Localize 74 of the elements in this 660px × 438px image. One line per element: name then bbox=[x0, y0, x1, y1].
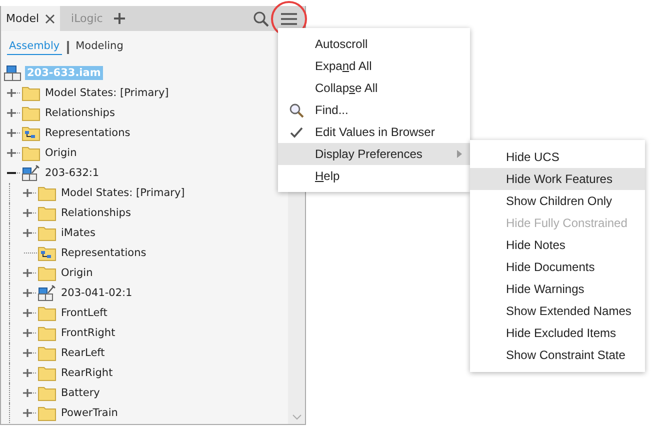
folder-icon bbox=[38, 365, 56, 381]
expand-icon[interactable] bbox=[23, 388, 37, 398]
menu-item[interactable]: Autoscroll bbox=[278, 33, 470, 55]
menu-item[interactable]: Help bbox=[278, 165, 470, 187]
representations-folder-icon bbox=[38, 245, 56, 261]
tree-item[interactable]: PowerTrain bbox=[59, 406, 120, 420]
submenu-item[interactable]: Hide Notes bbox=[470, 234, 645, 256]
folder-icon bbox=[38, 405, 56, 421]
close-icon[interactable] bbox=[45, 14, 56, 24]
submenu-item[interactable]: Hide UCS bbox=[470, 146, 645, 168]
tree-item[interactable]: Model States: [Primary] bbox=[59, 186, 187, 200]
expand-icon[interactable] bbox=[23, 308, 37, 318]
folder-icon bbox=[38, 265, 56, 281]
folder-icon bbox=[22, 85, 40, 101]
add-tab-icon[interactable] bbox=[114, 13, 125, 24]
tree-item[interactable]: iMates bbox=[59, 226, 98, 240]
folder-icon bbox=[38, 205, 56, 221]
browser-tab[interactable]: Model bbox=[1, 6, 60, 31]
expand-icon[interactable] bbox=[23, 228, 37, 238]
view-tab[interactable]: Modeling bbox=[74, 40, 126, 55]
expand-icon[interactable] bbox=[23, 348, 37, 358]
menu-icon[interactable] bbox=[281, 12, 297, 26]
menu-item[interactable]: Display Preferences bbox=[278, 143, 470, 165]
expand-icon[interactable] bbox=[23, 268, 37, 278]
folder-icon bbox=[22, 105, 40, 121]
expand-icon[interactable] bbox=[7, 148, 21, 158]
submenu-item[interactable]: Show Children Only bbox=[470, 190, 645, 212]
tree-item[interactable]: Origin bbox=[43, 146, 79, 160]
submenu-item[interactable]: Show Constraint State bbox=[470, 344, 645, 366]
folder-icon bbox=[22, 145, 40, 161]
subassembly-icon bbox=[22, 165, 40, 181]
tree-item[interactable]: FrontLeft bbox=[59, 306, 110, 320]
search-icon bbox=[289, 102, 304, 118]
expand-icon[interactable] bbox=[23, 188, 37, 198]
menu-item[interactable]: Edit Values in Browser bbox=[278, 121, 470, 143]
subassembly-icon bbox=[38, 285, 56, 301]
tree-item[interactable]: Relationships bbox=[43, 106, 117, 120]
submenu-item[interactable]: Show Extended Names bbox=[470, 300, 645, 322]
folder-icon bbox=[38, 325, 56, 341]
expand-icon[interactable] bbox=[23, 288, 37, 298]
check-icon bbox=[290, 126, 303, 138]
expand-icon[interactable] bbox=[23, 328, 37, 338]
representations-folder-icon bbox=[22, 125, 40, 141]
folder-icon bbox=[38, 225, 56, 241]
tree-item[interactable]: Origin bbox=[59, 266, 95, 280]
submenu-item[interactable]: Hide Documents bbox=[470, 256, 645, 278]
submenu-item[interactable]: Hide Work Features bbox=[470, 168, 645, 190]
tree-item[interactable]: Battery bbox=[59, 386, 102, 400]
expand-icon[interactable] bbox=[7, 88, 21, 98]
expand-icon[interactable] bbox=[7, 108, 21, 118]
tree-item[interactable]: FrontRight bbox=[59, 326, 118, 340]
tree-item[interactable]: RearLeft bbox=[59, 346, 107, 360]
tree-item[interactable]: Model States: [Primary] bbox=[43, 86, 171, 100]
tree-item[interactable]: 203-041-02:1 bbox=[59, 286, 134, 300]
assembly-icon bbox=[4, 65, 22, 81]
submenu-item[interactable]: Hide Warnings bbox=[470, 278, 645, 300]
submenu-item[interactable]: Hide Excluded Items bbox=[470, 322, 645, 344]
expand-icon[interactable] bbox=[7, 128, 21, 138]
folder-icon bbox=[38, 185, 56, 201]
menu-item[interactable]: Expand All bbox=[278, 55, 470, 77]
tree-item[interactable]: Relationships bbox=[59, 206, 133, 220]
tree-item[interactable]: Representations bbox=[59, 246, 148, 260]
expand-icon[interactable] bbox=[23, 368, 37, 378]
folder-icon bbox=[38, 305, 56, 321]
expand-icon[interactable] bbox=[23, 208, 37, 218]
menu-item[interactable]: Collapse All bbox=[278, 77, 470, 99]
menu-item[interactable]: Find... bbox=[278, 99, 470, 121]
folder-icon bbox=[38, 345, 56, 361]
expand-icon[interactable] bbox=[23, 408, 37, 418]
folder-icon bbox=[38, 385, 56, 401]
search-icon[interactable] bbox=[253, 10, 269, 26]
tree-item[interactable]: RearRight bbox=[59, 366, 115, 380]
tree-item[interactable]: 203-632:1 bbox=[43, 166, 102, 180]
tree-item[interactable]: Representations bbox=[43, 126, 132, 140]
